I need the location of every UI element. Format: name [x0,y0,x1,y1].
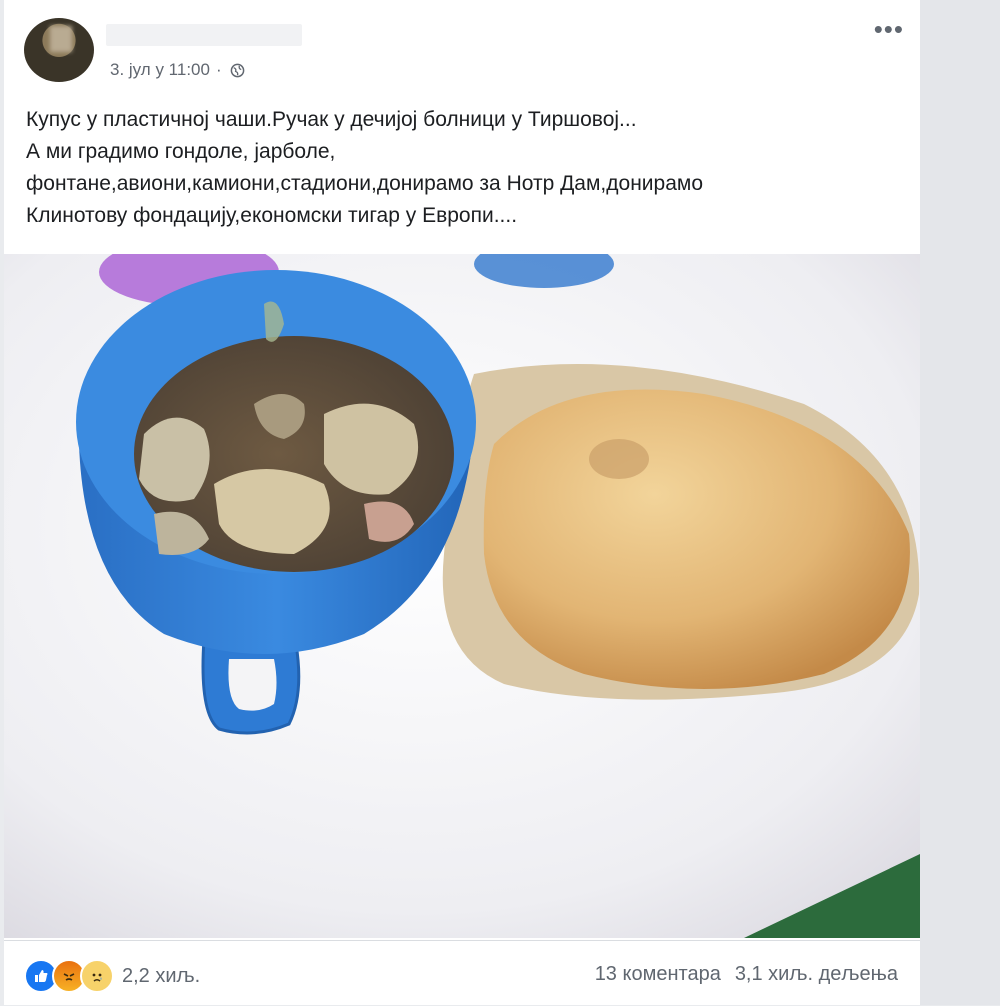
post-timestamp[interactable]: 3. јул у 11:00 [110,60,210,80]
comments-count[interactable]: 13 коментара [595,963,721,986]
post-footer: 2,2 хиљ. 13 коментара 3,1 хиљ. дељења [4,940,920,1006]
reactions-summary[interactable]: 2,2 хиљ. [24,959,200,993]
reaction-count[interactable]: 2,2 хиљ. [122,965,200,988]
globe-icon[interactable] [230,63,245,78]
post-stats: 13 коментара 3,1 хиљ. дељења [595,963,898,986]
post-text-line: Клинотову фондацију,економски тигар у Ев… [26,204,518,227]
post-text: Купус у пластичној чаши.Ручак у дечијој … [26,104,906,232]
post-photo[interactable] [4,254,920,938]
sad-icon [80,959,114,993]
meta-separator: · [215,60,222,79]
shares-count[interactable]: 3,1 хиљ. дељења [735,963,898,986]
food-photo [4,254,920,938]
post-text-line: фонтане,авиони,камиони,стадиони,донирамо… [26,172,703,195]
post-header: 3. јул у 11:00 · ••• [4,0,920,90]
more-options-icon[interactable]: ••• [874,14,904,45]
post-card: 3. јул у 11:00 · ••• Купус у пластичној … [4,0,920,1005]
right-gutter [920,0,1000,1005]
post-meta: 3. јул у 11:00 · [110,60,245,80]
post-text-line: Купус у пластичној чаши.Ручак у дечијој … [26,108,637,131]
avatar[interactable] [24,18,94,82]
author-name-redacted[interactable] [106,24,302,46]
post-text-line: А ми градимо гондоле, јарболе, [26,140,336,163]
